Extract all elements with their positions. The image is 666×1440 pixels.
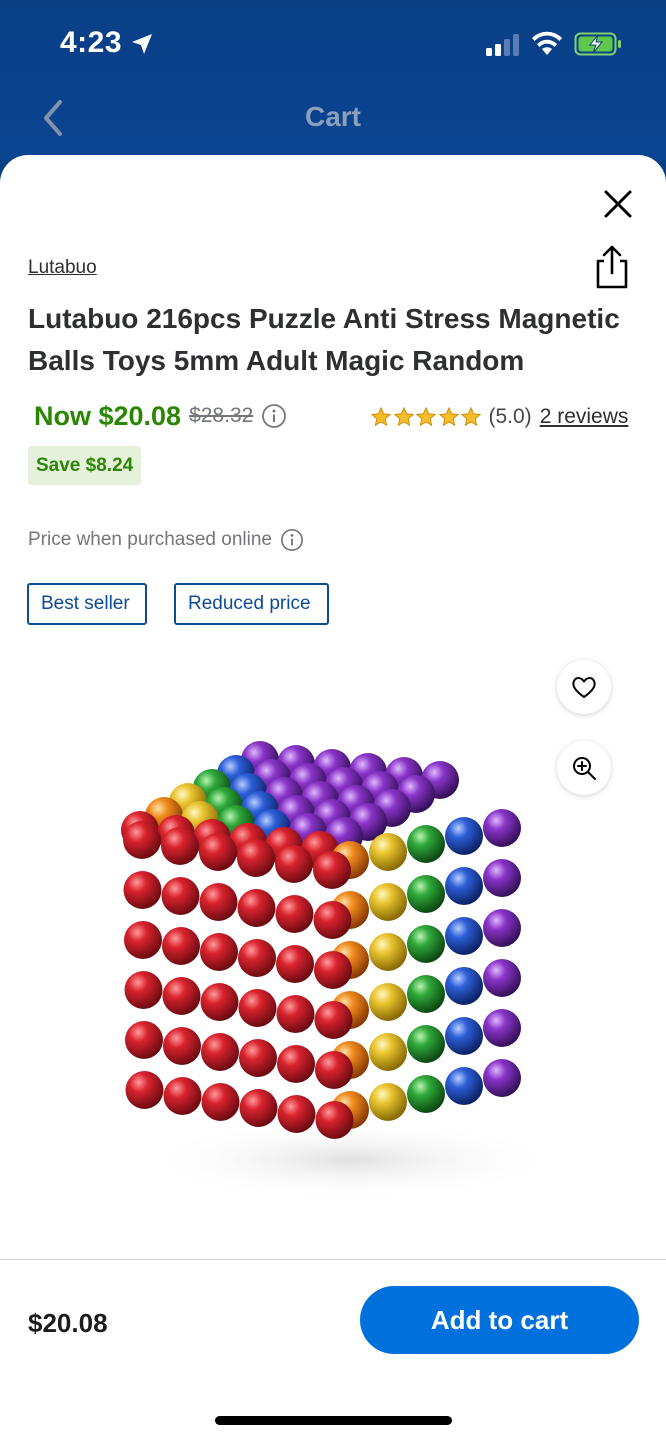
add-to-cart-button[interactable]: Add to cart: [360, 1286, 639, 1354]
star-icon: [438, 406, 459, 427]
ratings: (5.0) 2 reviews: [370, 400, 628, 434]
product-title: Lutabuo 216pcs Puzzle Anti Stress Magnet…: [28, 303, 620, 376]
status-time: 4:23: [60, 26, 123, 59]
footer-price: $20.08: [28, 1308, 108, 1338]
price-note: Price when purchased online: [28, 528, 304, 552]
heart-icon: [572, 677, 596, 698]
price-note-text: Price when purchased online: [28, 529, 272, 550]
tag-best-seller: Best seller: [27, 583, 147, 625]
star-icon: [370, 406, 392, 427]
save-badge: Save $8.24: [28, 446, 142, 485]
close-icon[interactable]: [598, 184, 638, 224]
home-indicator: [215, 1416, 452, 1425]
wifi-icon: [532, 31, 562, 55]
page-title: Cart: [304, 101, 361, 132]
price-row: Now $20.08 $28.32: [34, 398, 287, 434]
share-icon[interactable]: [590, 244, 634, 290]
zoom-in-icon: [573, 757, 596, 780]
reviews-link[interactable]: 2 reviews: [540, 405, 629, 429]
info-icon[interactable]: [280, 528, 304, 552]
star-icon: [460, 406, 482, 427]
favorite-button[interactable]: [557, 660, 611, 714]
rating-value: (5.0): [488, 405, 532, 428]
info-icon[interactable]: [261, 403, 287, 429]
cellular-signal-icon: [486, 34, 519, 56]
tag-reduced-price: Reduced price: [174, 583, 329, 625]
now-price: Now $20.08: [34, 400, 182, 431]
top-app-bar: 4:23 Cart: [0, 0, 666, 160]
footer-divider: [0, 1259, 666, 1260]
star-rating: [370, 406, 483, 428]
location-arrow-icon: [132, 34, 152, 54]
brand-link[interactable]: Lutabuo: [28, 257, 97, 279]
magnetic-balls-cube-image[interactable]: [100, 740, 570, 1220]
star-icon: [415, 406, 437, 427]
battery-charging-icon: [574, 32, 621, 56]
was-price: $28.32: [189, 404, 254, 427]
star-icon: [393, 406, 414, 427]
